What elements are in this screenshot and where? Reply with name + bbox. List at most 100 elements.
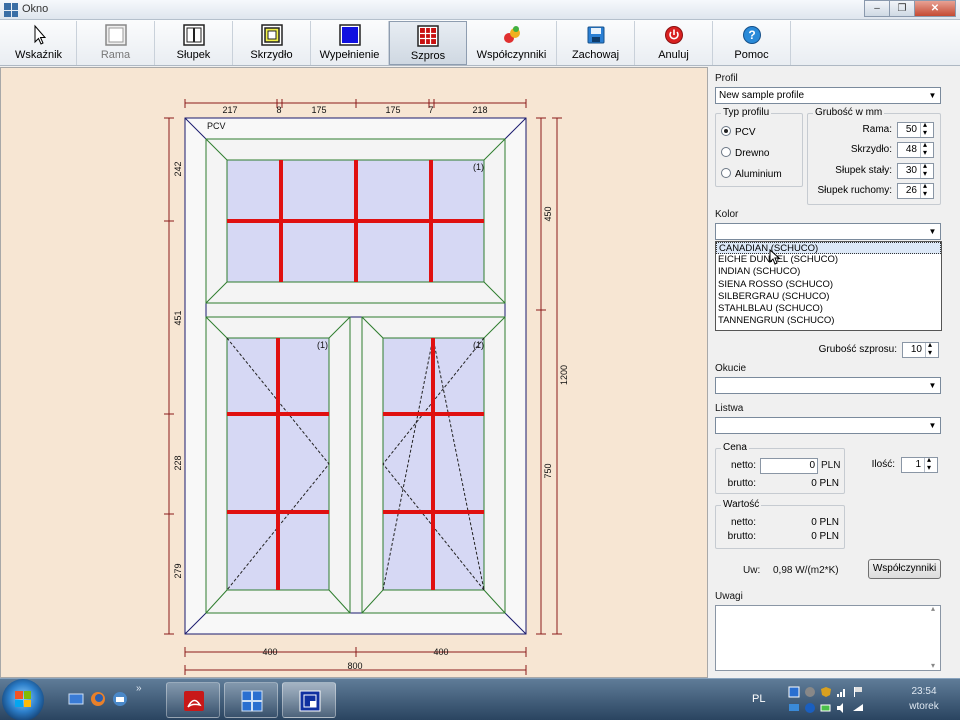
uwagi-textarea[interactable]: [715, 604, 941, 671]
tool-mullion-label: Słupek: [176, 49, 211, 61]
dim-top-5: 7: [428, 105, 433, 115]
cena-label: Cena: [721, 442, 749, 453]
start-button[interactable]: [2, 679, 44, 720]
dim-bottom-2: 400: [433, 647, 448, 657]
taskbar: » PL 23:54 wtorek: [0, 678, 960, 720]
listwa-select[interactable]: ▼: [715, 417, 941, 434]
save-button[interactable]: Zachowaj: [557, 21, 635, 65]
radio-drewno[interactable]: Drewno: [721, 147, 769, 159]
chevron-down-icon: ▼: [928, 381, 937, 390]
window-app-icon: [4, 3, 18, 17]
tray-shield-icon[interactable]: [820, 686, 832, 698]
kolor-label: Kolor: [715, 209, 739, 220]
kolor-option[interactable]: INDIAN (SCHUCO): [716, 266, 941, 278]
overflow-chevron-icon[interactable]: »: [136, 683, 142, 694]
tool-frame-button[interactable]: Rama: [77, 21, 155, 65]
tool-pointer-button[interactable]: Wskaźnik: [1, 21, 77, 65]
window-drawing[interactable]: 217 8 175 175 7 218 400 400 800 242 451 …: [1, 68, 709, 679]
tray-battery-icon[interactable]: [820, 702, 832, 714]
kolor-option[interactable]: STAHLBLAU (SCHUCO): [716, 303, 941, 315]
typ-profilu-label: Typ profilu: [721, 107, 772, 118]
dim-top-1: 217: [222, 105, 237, 115]
window-app-icon: [241, 690, 263, 712]
tray-bluetooth-icon[interactable]: [804, 702, 816, 714]
pointer-icon: [34, 24, 46, 45]
cena-netto-input[interactable]: 0: [760, 458, 818, 474]
mouse-cursor-icon: [769, 249, 781, 265]
dim-top-4: 175: [385, 105, 400, 115]
center-mullion[interactable]: [349, 316, 363, 614]
transom[interactable]: [205, 302, 506, 318]
kolor-option[interactable]: SIENA ROSSO (SCHUCO): [716, 279, 941, 291]
cancel-button[interactable]: Anuluj: [635, 21, 713, 65]
radio-pcv[interactable]: PCV: [721, 126, 756, 138]
clock-time: 23:54: [911, 686, 937, 697]
kolor-select[interactable]: ▼: [715, 223, 941, 240]
tool-fill-label: Wypełnienie: [319, 49, 380, 61]
taskbar-app-window[interactable]: [224, 682, 278, 718]
okucie-label: Okucie: [715, 363, 747, 374]
show-desktop-icon[interactable]: [68, 691, 84, 707]
help-label: Pomoc: [734, 49, 769, 61]
language-indicator[interactable]: PL: [752, 693, 765, 705]
slupek-ruchomy-spinner[interactable]: 26: [897, 181, 934, 199]
tray-wifi-icon[interactable]: [852, 702, 864, 714]
tool-sash-button[interactable]: Skrzydło: [233, 21, 311, 65]
taskbar-app-designer[interactable]: [282, 682, 336, 718]
kolor-option[interactable]: TANNENGRUN (SCHUCO): [716, 315, 941, 327]
top-pane[interactable]: (1): [205, 138, 506, 304]
ilosc-spinner[interactable]: 1: [901, 455, 938, 473]
slupek-staly-spinner[interactable]: 30: [897, 161, 934, 179]
radio-aluminium[interactable]: Aluminium: [721, 168, 782, 180]
wartosc-netto-value: 0 PLN: [811, 517, 839, 528]
skrzydlo-label: Skrzydło:: [850, 144, 892, 155]
tool-muntin-label: Szpros: [410, 50, 446, 62]
right-sash[interactable]: (1): [361, 316, 506, 614]
clock[interactable]: 23:54 wtorek: [894, 684, 954, 714]
radio-icon: [721, 147, 731, 157]
dim-total-height: 1200: [559, 365, 569, 385]
cena-brutto-value: 0 PLN: [811, 478, 839, 489]
tray-signal-icon[interactable]: [836, 686, 848, 698]
minimize-button[interactable]: –: [864, 0, 890, 17]
firefox-icon[interactable]: [90, 691, 106, 707]
acrobat-icon: [184, 691, 204, 711]
left-sash[interactable]: (1): [205, 316, 351, 614]
wspolczynniki-button[interactable]: Współczynniki: [868, 559, 941, 579]
tool-fill-button[interactable]: Wypełnienie: [311, 21, 389, 65]
restore-button[interactable]: ❐: [889, 0, 915, 17]
kolor-option[interactable]: SILBERGRAU (SCHUCO): [716, 291, 941, 303]
uwagi-label: Uwagi: [715, 591, 743, 602]
kolor-dropdown-list[interactable]: CANADIAN (SCHUCO) EICHE DUNKEL (SCHUCO) …: [715, 241, 942, 331]
tray-volume-icon[interactable]: [836, 702, 848, 714]
dim-left-1: 242: [173, 161, 183, 176]
tray-app-icon[interactable]: [788, 686, 800, 698]
skrzydlo-value: 48: [905, 144, 917, 155]
sash-icon: [260, 24, 283, 46]
tool-mullion-button[interactable]: Słupek: [155, 21, 233, 65]
skrzydlo-spinner[interactable]: 48: [897, 140, 934, 158]
kolor-option[interactable]: EICHE DUNKEL (SCHUCO): [716, 254, 941, 266]
grubosc-szprosu-value: 10: [910, 344, 922, 355]
close-button[interactable]: ✕: [914, 0, 956, 17]
rama-spinner[interactable]: 50: [897, 120, 934, 138]
tool-coefficients-button[interactable]: Współczynniki: [467, 21, 557, 65]
help-button[interactable]: ? Pomoc: [713, 21, 791, 65]
tool-muntin-button[interactable]: Szpros: [389, 21, 467, 65]
grubosc-szprosu-spinner[interactable]: 10: [902, 340, 939, 358]
profil-select[interactable]: New sample profile ▼: [715, 87, 941, 104]
chevron-down-icon: ▼: [928, 91, 937, 100]
taskbar-app-acrobat[interactable]: [166, 682, 220, 718]
scrollbar[interactable]: [928, 604, 940, 670]
radio-pcv-label: PCV: [735, 127, 756, 138]
tray-flag-icon[interactable]: [852, 686, 864, 698]
kolor-option[interactable]: CANADIAN (SCHUCO): [716, 242, 941, 255]
grubosc-label: Grubość w mm: [813, 107, 885, 118]
tray-network-icon[interactable]: [788, 702, 800, 714]
okucie-select[interactable]: ▼: [715, 377, 941, 394]
tray-settings-icon[interactable]: [804, 686, 816, 698]
thunderbird-icon[interactable]: [112, 691, 128, 707]
svg-text:?: ?: [748, 28, 755, 42]
drawing-canvas[interactable]: 217 8 175 175 7 218 400 400 800 242 451 …: [0, 67, 708, 678]
window-title: Okno: [22, 3, 49, 15]
